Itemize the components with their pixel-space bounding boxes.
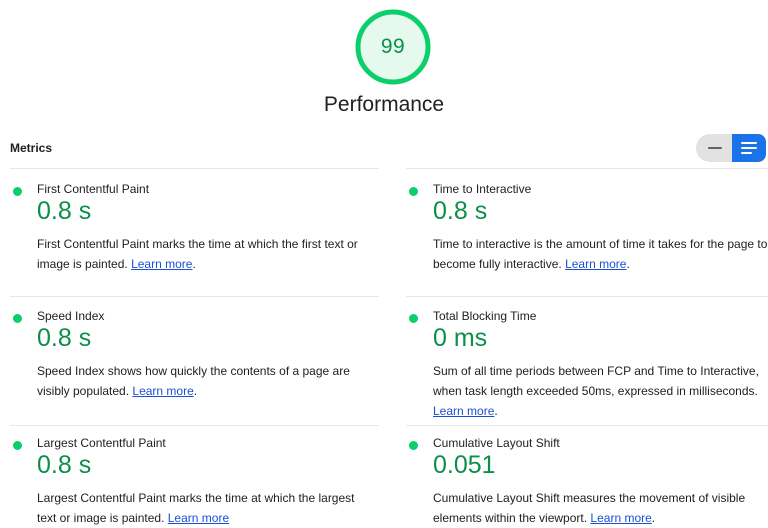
metric-description: Speed Index shows how quickly the conten… xyxy=(37,364,350,398)
pass-status-icon xyxy=(409,187,418,196)
divider xyxy=(10,168,379,169)
category-title: Performance xyxy=(323,93,445,116)
metric-name: First Contentful Paint xyxy=(37,182,150,196)
metric-description: Time to interactive is the amount of tim… xyxy=(433,237,768,271)
metrics-header: Metrics xyxy=(10,141,53,155)
metric-value: 0.8 s xyxy=(37,324,92,352)
metric-description: Cumulative Layout Shift measures the mov… xyxy=(433,491,746,525)
pass-status-icon xyxy=(13,187,22,196)
metric-value: 0.8 s xyxy=(433,197,488,225)
pass-status-icon xyxy=(13,441,22,450)
divider xyxy=(406,425,768,426)
metric-name: Cumulative Layout Shift xyxy=(433,436,560,450)
metric-name: Total Blocking Time xyxy=(433,309,537,323)
pass-status-icon xyxy=(409,314,418,323)
score-gauge: 99 xyxy=(354,8,432,86)
learn-more-link[interactable]: Learn more xyxy=(131,257,192,271)
score-value: 99 xyxy=(380,35,406,58)
learn-more-link[interactable]: Learn more xyxy=(168,511,229,525)
metric-name: Largest Contentful Paint xyxy=(37,436,166,450)
learn-more-link[interactable]: Learn more xyxy=(565,257,626,271)
metric-name: Speed Index xyxy=(37,309,105,323)
divider xyxy=(406,296,768,297)
learn-more-link[interactable]: Learn more xyxy=(132,384,193,398)
metric-name: Time to Interactive xyxy=(433,182,532,196)
divider xyxy=(10,296,379,297)
metrics-view-toggle[interactable] xyxy=(696,134,766,162)
collapse-view-button[interactable] xyxy=(696,134,734,162)
learn-more-link[interactable]: Learn more xyxy=(433,404,494,418)
expand-view-button[interactable] xyxy=(732,134,766,162)
metric-description: Sum of all time periods between FCP and … xyxy=(433,364,759,418)
divider xyxy=(10,425,379,426)
pass-status-icon xyxy=(409,441,418,450)
divider xyxy=(406,168,768,169)
metric-value: 0 ms xyxy=(433,324,488,352)
learn-more-link[interactable]: Learn more xyxy=(590,511,651,525)
metric-description: First Contentful Paint marks the time at… xyxy=(37,237,358,271)
metric-value: 0.8 s xyxy=(37,197,92,225)
metric-value: 0.8 s xyxy=(37,451,92,479)
metric-description: Largest Contentful Paint marks the time … xyxy=(37,491,355,525)
pass-status-icon xyxy=(13,314,22,323)
metric-value: 0.051 xyxy=(433,451,496,479)
